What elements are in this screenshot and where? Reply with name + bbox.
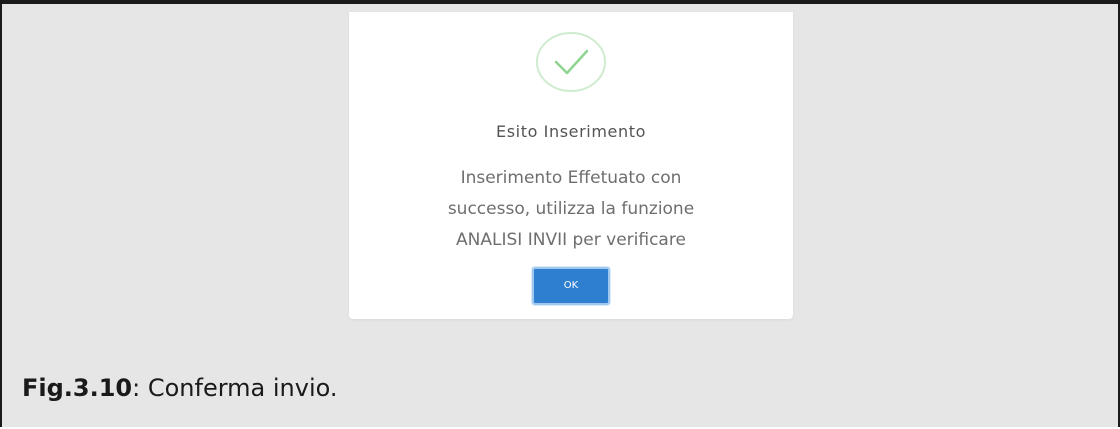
dialog-message-line: successo, utilizza la funzione xyxy=(447,199,695,219)
dialog-message: Inserimento Effetuato con successo, util… xyxy=(379,163,763,256)
ok-button[interactable]: OK xyxy=(532,267,610,305)
success-check-icon xyxy=(536,32,606,92)
figure-caption: Fig.3.10: Conferma invio. xyxy=(22,374,338,402)
screenshot-frame: Esito Inserimento Inserimento Effetuato … xyxy=(0,0,1120,427)
result-dialog: Esito Inserimento Inserimento Effetuato … xyxy=(349,12,793,319)
dialog-title: Esito Inserimento xyxy=(496,122,646,141)
dialog-message-line: ANALISI INVII per verificare xyxy=(456,230,686,250)
caption-text: Conferma invio. xyxy=(140,374,338,402)
figure-label: Fig.3.10 xyxy=(22,374,133,402)
frame-border xyxy=(2,2,1118,4)
dialog-message-line: Inserimento Effetuato con xyxy=(460,168,682,188)
